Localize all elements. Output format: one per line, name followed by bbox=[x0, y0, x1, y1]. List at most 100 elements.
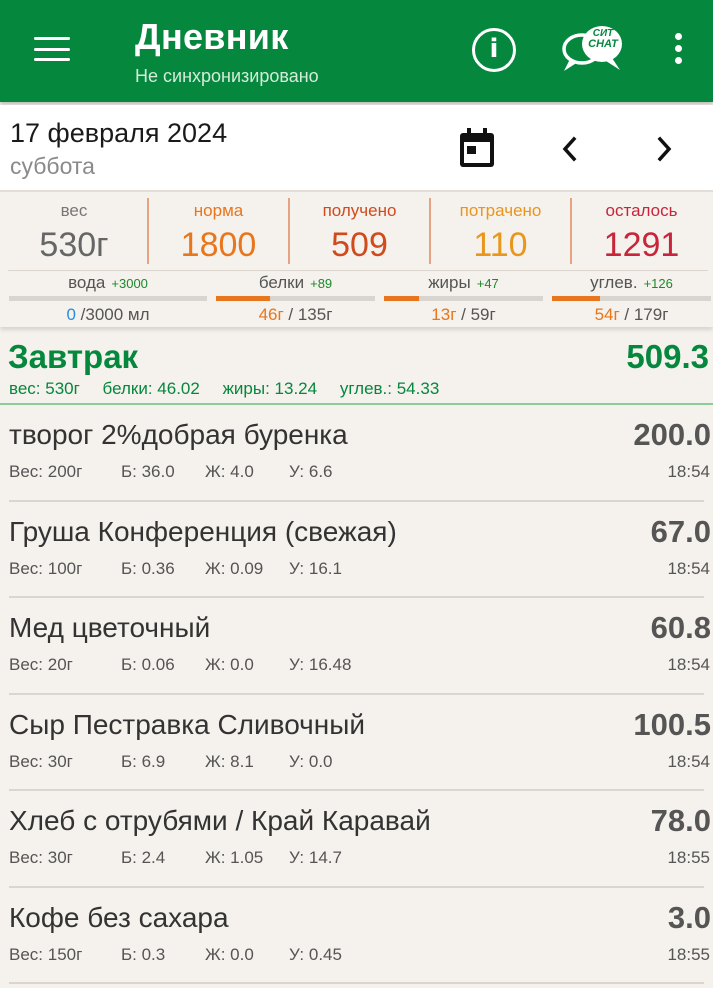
macro-water-total: /3000 мл bbox=[75, 305, 150, 324]
macro-water-plus: +3000 bbox=[111, 276, 148, 291]
food-item[interactable]: Кофе без сахара 3.0 Вес: 150г Б: 0.3 Ж: 0.… bbox=[0, 888, 713, 984]
food-carbs: У: 0.0 bbox=[289, 751, 333, 771]
divider bbox=[9, 982, 704, 984]
macro-protein-value: 46г / 135г bbox=[216, 305, 375, 325]
food-name: Мед цветочный bbox=[9, 612, 211, 643]
meal-carbs: углев.: 54.33 bbox=[339, 379, 440, 398]
food-carbs: У: 14.7 bbox=[289, 848, 342, 867]
food-item[interactable]: творог 2%добрая буренка 200.0 Вес: 200г Б… bbox=[0, 405, 713, 502]
date-bar: 17 февраля 2024 суббота bbox=[0, 105, 713, 190]
food-weight: Вес: 150г bbox=[9, 944, 83, 964]
food-time: 18:54 bbox=[667, 751, 710, 771]
food-protein: Б: 36.0 bbox=[121, 462, 175, 481]
meal-fat: жиры: 13.24 bbox=[222, 379, 318, 398]
food-item[interactable]: Сыр Пестравка Сливочный 100.5 Вес: 30г Б:… bbox=[0, 695, 713, 791]
food-item[interactable]: Хлеб с отрубями / Край Каравай 78.0 Вес:… bbox=[0, 791, 713, 888]
food-fat: Ж: 0.09 bbox=[205, 558, 264, 578]
macro-protein-total: / 135г bbox=[283, 305, 333, 324]
food-fat: Ж: 4.0 bbox=[205, 462, 254, 481]
food-fat: Ж: 0.0 bbox=[205, 655, 254, 674]
menu-icon[interactable] bbox=[34, 37, 70, 61]
chat-logo-text: СИТ CHAT bbox=[585, 28, 621, 50]
food-item[interactable]: Груша Конференция (свежая) 67.0 Вес: 100… bbox=[0, 502, 713, 598]
macro-fat-name: жиры bbox=[428, 273, 471, 292]
food-item[interactable]: Мед цветочный 60.8 Вес: 20г Б: 0.06 Ж: 0.0… bbox=[0, 598, 713, 695]
food-fat: Ж: 0.0 bbox=[205, 944, 254, 964]
food-kcal: 3.0 bbox=[667, 899, 711, 935]
chat-logo-line2: CHAT bbox=[588, 38, 618, 50]
macro-fat-total: / 59г bbox=[456, 305, 496, 324]
food-kcal: 60.8 bbox=[650, 610, 711, 645]
divider bbox=[8, 270, 708, 271]
macro-carbs[interactable]: углев. +126 54г / 179г bbox=[552, 273, 711, 325]
stat-remaining-value: 1291 bbox=[603, 226, 680, 264]
macro-fat-plus: +47 bbox=[476, 276, 499, 291]
food-weight: Вес: 30г bbox=[9, 848, 73, 867]
current-date[interactable]: 17 февраля 2024 bbox=[10, 118, 227, 149]
stat-weight-value: 530г bbox=[39, 226, 109, 264]
food-carbs: У: 6.6 bbox=[289, 462, 333, 481]
food-carbs: У: 16.48 bbox=[289, 655, 352, 674]
food-weight: Вес: 200г bbox=[9, 462, 83, 481]
food-protein: Б: 6.9 bbox=[121, 751, 166, 771]
macro-fat-label: жиры +47 bbox=[384, 273, 543, 293]
food-protein: Б: 0.06 bbox=[121, 655, 175, 674]
macro-carbs-total: / 179г bbox=[619, 305, 669, 324]
meal-protein: белки: 46.02 bbox=[102, 379, 200, 398]
macro-water[interactable]: вода +3000 0 /3000 мл bbox=[9, 273, 207, 324]
stat-norm[interactable]: норма 1800 bbox=[149, 192, 288, 264]
macro-water-label: вода +3000 bbox=[9, 273, 207, 293]
food-time: 18:55 bbox=[667, 848, 710, 867]
macro-carbs-name: углев. bbox=[590, 273, 638, 292]
sync-status: Не синхронизировано bbox=[135, 66, 319, 86]
meal-weight: вес: 530г bbox=[9, 379, 80, 398]
macro-carbs-current: 54г bbox=[594, 305, 620, 324]
meal-total-kcal: 509.3 bbox=[626, 338, 709, 375]
macro-protein-fill bbox=[216, 296, 271, 301]
macro-fat-progress bbox=[384, 296, 543, 301]
macro-water-current: 0 bbox=[66, 305, 76, 324]
food-name: Сыр Пестравка Сливочный bbox=[9, 708, 365, 740]
food-name: Груша Конференция (свежая) bbox=[9, 515, 397, 547]
stat-received: получено 509 bbox=[290, 192, 429, 264]
food-list: творог 2%добрая буренка 200.0 Вес: 200г Б… bbox=[0, 405, 713, 984]
food-details: Вес: 20г Б: 0.06 Ж: 0.0 У: 16.48 bbox=[9, 655, 351, 675]
food-details: Вес: 150г Б: 0.3 Ж: 0.0 У: 0.45 bbox=[9, 945, 342, 965]
food-name: Хлеб с отрубями / Край Каравай bbox=[9, 805, 431, 836]
meal-header-breakfast[interactable]: Завтрак 509.3 вес: 530г белки: 46.02 жир… bbox=[0, 333, 713, 405]
macro-protein-name: белки bbox=[258, 273, 305, 292]
food-protein: Б: 2.4 bbox=[121, 848, 166, 867]
macro-carbs-plus: +126 bbox=[643, 276, 673, 291]
stat-received-value: 509 bbox=[331, 226, 388, 264]
stat-spent[interactable]: потрачено 110 bbox=[431, 192, 570, 264]
macro-fat[interactable]: жиры +47 13г / 59г bbox=[384, 273, 543, 324]
stat-received-label: получено bbox=[322, 201, 397, 220]
food-name: Кофе без сахара bbox=[9, 901, 229, 933]
macro-carbs-progress bbox=[552, 296, 711, 301]
food-carbs: У: 0.45 bbox=[289, 944, 342, 964]
more-vert-icon[interactable] bbox=[672, 33, 684, 67]
food-time: 18:54 bbox=[667, 558, 710, 578]
info-icon[interactable]: i bbox=[472, 28, 516, 72]
meal-stats: вес: 530г белки: 46.02 жиры: 13.24 углев… bbox=[9, 379, 457, 399]
stat-spent-value: 110 bbox=[473, 226, 528, 264]
food-details: Вес: 30г Б: 6.9 Ж: 8.1 У: 0.0 bbox=[9, 752, 333, 772]
food-fat: Ж: 8.1 bbox=[205, 751, 254, 771]
food-time: 18:55 bbox=[667, 944, 710, 964]
chevron-left-icon[interactable] bbox=[558, 135, 582, 163]
food-details: Вес: 30г Б: 2.4 Ж: 1.05 У: 14.7 bbox=[9, 848, 342, 868]
stat-spent-label: потрачено bbox=[459, 201, 542, 220]
macro-fat-current: 13г bbox=[431, 305, 457, 324]
stat-remaining-label: осталось bbox=[605, 201, 678, 220]
chevron-right-icon[interactable] bbox=[652, 135, 676, 163]
food-protein: Б: 0.36 bbox=[121, 558, 175, 578]
macro-protein-progress bbox=[216, 296, 375, 301]
macro-carbs-value: 54г / 179г bbox=[552, 305, 711, 325]
macro-carbs-label: углев. +126 bbox=[552, 273, 711, 293]
calendar-icon[interactable] bbox=[458, 128, 496, 168]
macro-protein[interactable]: белки +89 46г / 135г bbox=[216, 273, 375, 325]
macro-protein-current: 46г bbox=[258, 305, 284, 324]
macro-fat-fill bbox=[384, 296, 419, 301]
stat-norm-value: 1800 bbox=[180, 226, 257, 264]
meal-name: Завтрак bbox=[8, 338, 139, 375]
